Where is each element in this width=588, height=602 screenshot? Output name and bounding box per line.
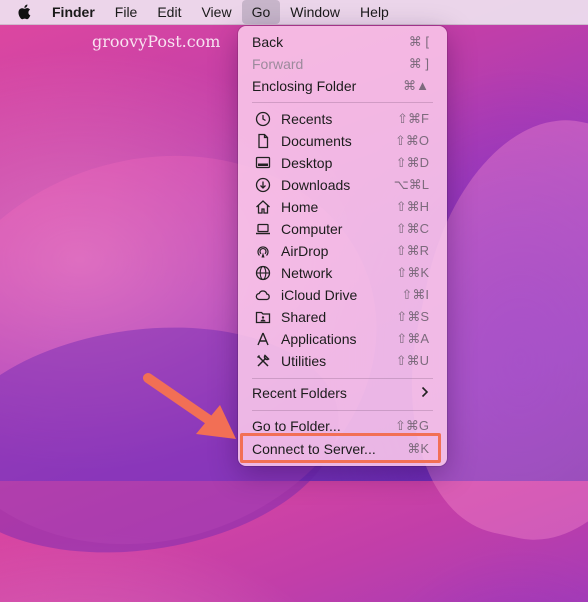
annotation-arrow-icon xyxy=(143,373,236,439)
